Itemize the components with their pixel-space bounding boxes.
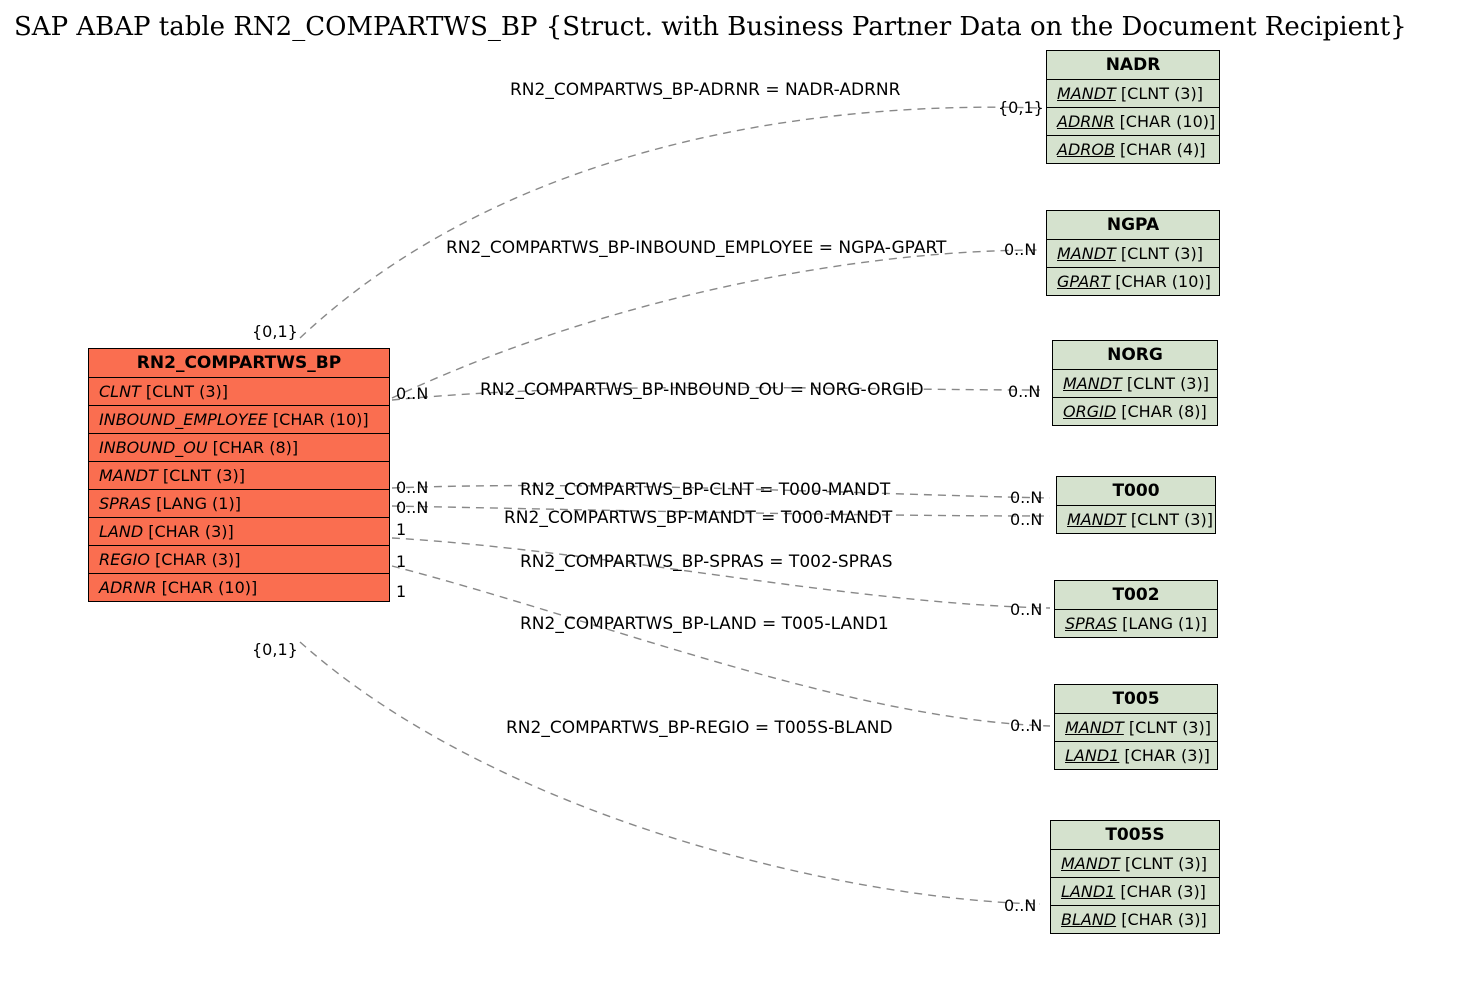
entity-field: ADROB [CHAR (4)]: [1047, 136, 1219, 163]
cardinality-right: 0..N: [1008, 382, 1040, 401]
entity-header: T000: [1057, 477, 1215, 506]
entity-header: T002: [1055, 581, 1217, 610]
entity-field: INBOUND_OU [CHAR (8)]: [89, 434, 389, 462]
relationship-label: RN2_COMPARTWS_BP-SPRAS = T002-SPRAS: [520, 552, 892, 572]
entity-field: LAND1 [CHAR (3)]: [1055, 742, 1217, 769]
entity-field: LAND [CHAR (3)]: [89, 518, 389, 546]
entity-field: REGIO [CHAR (3)]: [89, 546, 389, 574]
cardinality-left: 0..N: [396, 384, 428, 403]
entity-field: LAND1 [CHAR (3)]: [1051, 878, 1219, 906]
entity-ngpa: NGPA MANDT [CLNT (3)] GPART [CHAR (10)]: [1046, 210, 1220, 296]
entity-t002: T002 SPRAS [LANG (1)]: [1054, 580, 1218, 638]
cardinality-left: 0..N: [396, 478, 428, 497]
entity-norg: NORG MANDT [CLNT (3)] ORGID [CHAR (8)]: [1052, 340, 1218, 426]
cardinality-right: 0..N: [1010, 510, 1042, 529]
entity-header: NGPA: [1047, 211, 1219, 240]
cardinality-right: {0,1}: [998, 98, 1044, 117]
relationship-label: RN2_COMPARTWS_BP-CLNT = T000-MANDT: [520, 480, 890, 500]
cardinality-right: 0..N: [1010, 488, 1042, 507]
cardinality-right: 0..N: [1004, 240, 1036, 259]
entity-field: CLNT [CLNT (3)]: [89, 378, 389, 406]
relationship-label: RN2_COMPARTWS_BP-MANDT = T000-MANDT: [504, 508, 892, 528]
entity-main: RN2_COMPARTWS_BP CLNT [CLNT (3)] INBOUND…: [88, 348, 390, 602]
entity-field: MANDT [CLNT (3)]: [1053, 370, 1217, 398]
cardinality-bottom: {0,1}: [252, 640, 298, 659]
cardinality-left: 0..N: [396, 498, 428, 517]
entity-header: NORG: [1053, 341, 1217, 370]
entity-field: SPRAS [LANG (1)]: [1055, 610, 1217, 637]
relationship-label: RN2_COMPARTWS_BP-REGIO = T005S-BLAND: [506, 718, 893, 738]
entity-field: MANDT [CLNT (3)]: [1055, 714, 1217, 742]
cardinality-right: 0..N: [1004, 896, 1036, 915]
entity-field: ADRNR [CHAR (10)]: [89, 574, 389, 601]
entity-t005: T005 MANDT [CLNT (3)] LAND1 [CHAR (3)]: [1054, 684, 1218, 770]
diagram-title: SAP ABAP table RN2_COMPARTWS_BP {Struct.…: [14, 12, 1407, 42]
relationship-label: RN2_COMPARTWS_BP-INBOUND_EMPLOYEE = NGPA…: [446, 238, 946, 258]
entity-field: ORGID [CHAR (8)]: [1053, 398, 1217, 425]
relationship-label: RN2_COMPARTWS_BP-INBOUND_OU = NORG-ORGID: [480, 380, 924, 400]
entity-field: MANDT [CLNT (3)]: [1047, 240, 1219, 268]
cardinality-right: 0..N: [1010, 716, 1042, 735]
entity-t005s: T005S MANDT [CLNT (3)] LAND1 [CHAR (3)] …: [1050, 820, 1220, 934]
entity-field: SPRAS [LANG (1)]: [89, 490, 389, 518]
cardinality-left: 1: [396, 520, 406, 539]
cardinality-left: 1: [396, 552, 406, 571]
entity-t000: T000 MANDT [CLNT (3)]: [1056, 476, 1216, 534]
cardinality-left: {0,1}: [252, 322, 298, 341]
entity-nadr: NADR MANDT [CLNT (3)] ADRNR [CHAR (10)] …: [1046, 50, 1220, 164]
entity-header: NADR: [1047, 51, 1219, 80]
entity-field: MANDT [CLNT (3)]: [89, 462, 389, 490]
relationship-label: RN2_COMPARTWS_BP-ADRNR = NADR-ADRNR: [510, 80, 900, 100]
entity-header: T005S: [1051, 821, 1219, 850]
entity-field: MANDT [CLNT (3)]: [1047, 80, 1219, 108]
entity-main-header: RN2_COMPARTWS_BP: [89, 349, 389, 378]
cardinality-right: 0..N: [1010, 600, 1042, 619]
entity-header: T005: [1055, 685, 1217, 714]
entity-field: MANDT [CLNT (3)]: [1057, 506, 1215, 533]
cardinality-left: 1: [396, 582, 406, 601]
entity-field: ADRNR [CHAR (10)]: [1047, 108, 1219, 136]
entity-field: GPART [CHAR (10)]: [1047, 268, 1219, 295]
entity-field: MANDT [CLNT (3)]: [1051, 850, 1219, 878]
relationship-label: RN2_COMPARTWS_BP-LAND = T005-LAND1: [520, 614, 889, 634]
entity-field: INBOUND_EMPLOYEE [CHAR (10)]: [89, 406, 389, 434]
entity-field: BLAND [CHAR (3)]: [1051, 906, 1219, 933]
